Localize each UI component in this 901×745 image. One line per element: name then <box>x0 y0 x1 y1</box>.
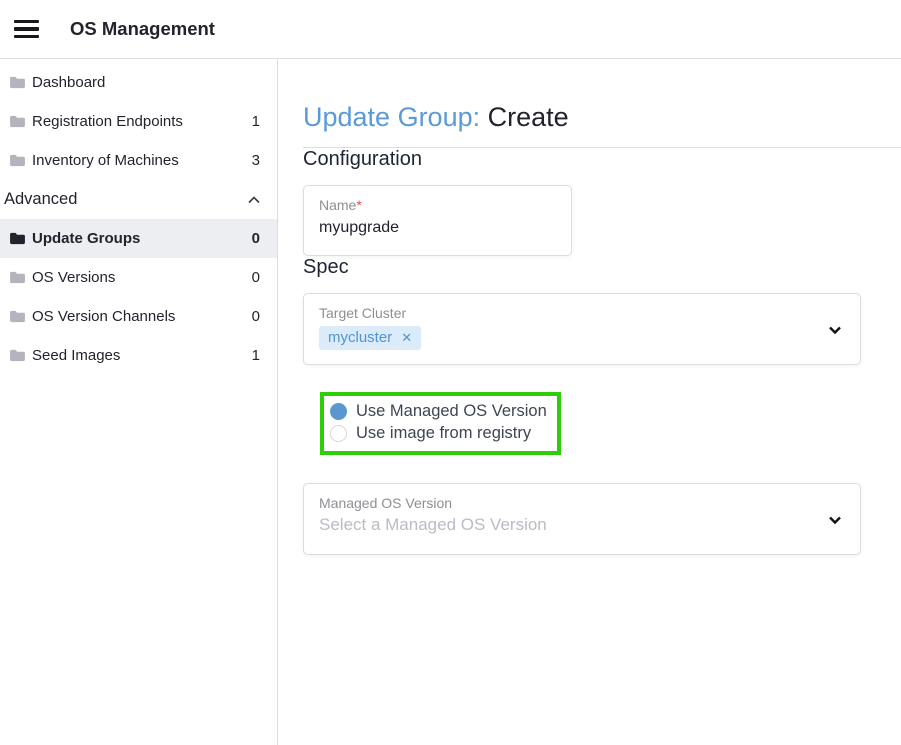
required-asterisk: * <box>356 197 361 213</box>
managed-os-version-placeholder: Select a Managed OS Version <box>319 515 816 535</box>
sidebar-item-dashboard[interactable]: Dashboard <box>0 63 277 102</box>
chip-label: mycluster <box>328 329 392 346</box>
menu-icon[interactable] <box>14 20 39 39</box>
main-panel: Update Group: Create Configuration Name*… <box>279 60 901 745</box>
radio-selected-icon[interactable] <box>330 403 347 420</box>
target-cluster-label: Target Cluster <box>319 305 816 321</box>
sidebar-item-label: OS Version Channels <box>32 308 175 325</box>
sidebar-item-count: 0 <box>252 269 260 286</box>
chevron-up-icon <box>246 192 262 208</box>
name-field[interactable]: Name* myupgrade <box>303 185 572 256</box>
sidebar-item-inventory-of-machines[interactable]: Inventory of Machines 3 <box>0 141 277 180</box>
configuration-heading: Configuration <box>303 148 901 171</box>
radio-label: Use image from registry <box>356 424 531 443</box>
chip-remove-icon[interactable]: ✕ <box>401 331 412 344</box>
annotation-highlight-box: Use Managed OS Version Use image from re… <box>320 392 561 455</box>
folder-icon <box>10 154 25 167</box>
page-title-suffix: Create <box>480 102 569 132</box>
folder-icon <box>10 349 25 362</box>
sidebar-item-os-version-channels[interactable]: OS Version Channels 0 <box>0 297 277 336</box>
radio-unselected-icon[interactable] <box>330 425 347 442</box>
app-header: OS Management <box>0 0 901 59</box>
chevron-down-icon <box>827 512 843 528</box>
name-value: myupgrade <box>319 219 561 237</box>
sidebar-item-update-groups[interactable]: Update Groups 0 <box>0 219 277 258</box>
radio-label: Use Managed OS Version <box>356 402 547 421</box>
managed-os-version-label: Managed OS Version <box>319 495 816 511</box>
sidebar-item-label: Update Groups <box>32 230 140 247</box>
sidebar-item-seed-images[interactable]: Seed Images 1 <box>0 336 277 375</box>
managed-os-version-select[interactable]: Managed OS Version Select a Managed OS V… <box>303 483 861 555</box>
sidebar-item-label: Seed Images <box>32 347 120 364</box>
sidebar-item-os-versions[interactable]: OS Versions 0 <box>0 258 277 297</box>
sidebar-item-count: 1 <box>252 347 260 364</box>
app-title: OS Management <box>70 18 215 40</box>
sidebar-item-label: Dashboard <box>32 74 105 91</box>
folder-icon <box>10 115 25 128</box>
sidebar-item-registration-endpoints[interactable]: Registration Endpoints 1 <box>0 102 277 141</box>
radio-use-managed-os-version[interactable]: Use Managed OS Version <box>330 402 547 421</box>
sidebar-item-count: 1 <box>252 113 260 130</box>
name-label: Name* <box>319 197 561 213</box>
target-cluster-chip: mycluster ✕ <box>319 326 421 350</box>
sidebar-item-label: OS Versions <box>32 269 115 286</box>
sidebar-group-advanced[interactable]: Advanced <box>0 180 277 219</box>
sidebar-item-label: Inventory of Machines <box>32 152 179 169</box>
sidebar-group-label: Advanced <box>4 190 77 209</box>
folder-icon <box>10 271 25 284</box>
page-title-prefix: Update Group: <box>303 102 480 132</box>
sidebar-item-count: 0 <box>252 230 260 247</box>
page-title: Update Group: Create <box>303 102 901 133</box>
radio-use-image-from-registry[interactable]: Use image from registry <box>330 424 547 443</box>
sidebar-item-count: 3 <box>252 152 260 169</box>
folder-icon <box>10 232 25 245</box>
sidebar: Dashboard Registration Endpoints 1 Inven… <box>0 60 278 745</box>
sidebar-item-count: 0 <box>252 308 260 325</box>
folder-icon <box>10 76 25 89</box>
folder-icon <box>10 310 25 323</box>
sidebar-item-label: Registration Endpoints <box>32 113 183 130</box>
target-cluster-select[interactable]: Target Cluster mycluster ✕ <box>303 293 861 365</box>
chevron-down-icon <box>827 322 843 338</box>
spec-heading: Spec <box>303 256 901 279</box>
